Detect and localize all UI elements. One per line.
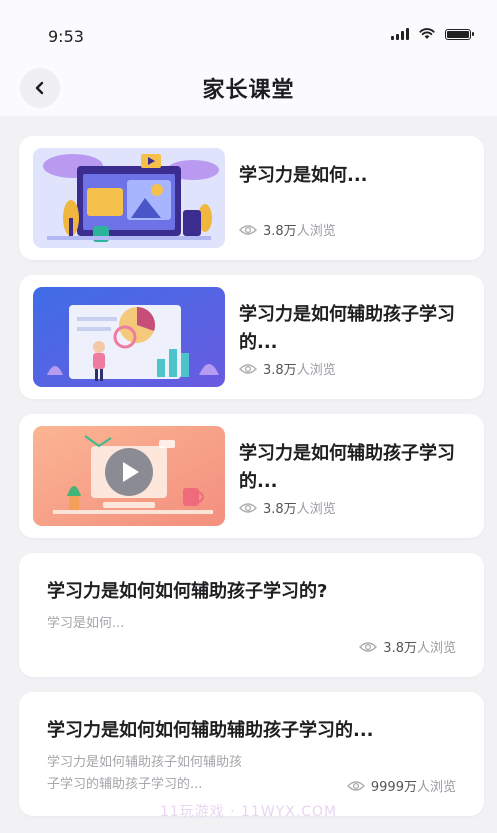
view-count-value: 9999万 [370,780,417,795]
article-thumbnail [33,426,225,526]
nav-bar: 家长课堂 [0,60,497,116]
wifi-icon [419,28,435,39]
battery-icon [445,28,474,40]
article-thumbnail [33,287,225,387]
article-description-line1: 学习力是如何辅助孩子如何辅助孩 [47,755,243,770]
article-title: 学习力是如何... [239,165,368,186]
view-count: 3.8万 人浏览 [239,359,336,378]
status-icons [391,28,474,40]
eye-icon [346,780,365,791]
article-description: 学习是如何... [47,616,125,631]
view-count-unit: 人浏览 [296,363,336,378]
article-card[interactable]: 学习力是如何如何辅助孩子学习的? 学习是如何... 3.8万 人浏览 [19,553,484,677]
eye-icon [239,224,257,235]
status-time: 9:53 [48,27,84,46]
eye-icon [239,363,257,374]
view-count: 3.8万 人浏览 [239,498,336,517]
signal-icon [391,28,409,40]
eye-icon [239,502,257,513]
article-card[interactable]: 学习力是如何如何辅助辅助孩子学习的... 学习力是如何辅助孩子如何辅助孩 子学习… [19,692,484,816]
watermark: 11玩游戏 · 11WYX.COM [159,804,338,820]
eye-icon [359,641,378,652]
article-title: 学习力是如何如何辅助辅助孩子学习的... [47,720,374,741]
view-count-unit: 人浏览 [416,641,456,656]
article-card[interactable]: 学习力是如何辅助孩子学习的... 3.8万 人浏览 [19,414,484,538]
view-count-unit: 人浏览 [296,224,336,239]
article-title: 学习力是如何辅助孩子学习的... [239,304,455,353]
article-description-line2: 子学习的辅助孩子学习的... [47,777,203,792]
article-thumbnail [33,148,225,248]
article-title: 学习力是如何如何辅助孩子学习的? [47,581,328,602]
article-card[interactable]: 学习力是如何辅助孩子学习的... 3.8万 人浏览 [19,275,484,399]
article-title: 学习力是如何辅助孩子学习的... [239,443,455,492]
page-title: 家长课堂 [202,78,295,103]
view-count-value: 3.8万 [383,641,417,656]
view-count-unit: 人浏览 [296,502,336,517]
article-card[interactable]: 学习力是如何... 3.8万 人浏览 [19,136,484,260]
view-count: 9999万 人浏览 [346,776,456,795]
view-count-unit: 人浏览 [416,780,456,795]
view-count-value: 3.8万 [263,502,297,517]
view-count: 3.8万 人浏览 [359,637,456,656]
view-count-value: 3.8万 [263,363,297,378]
view-count-value: 3.8万 [263,224,297,239]
view-count: 3.8万 人浏览 [239,220,336,239]
status-bar: 9:53 [0,0,497,60]
